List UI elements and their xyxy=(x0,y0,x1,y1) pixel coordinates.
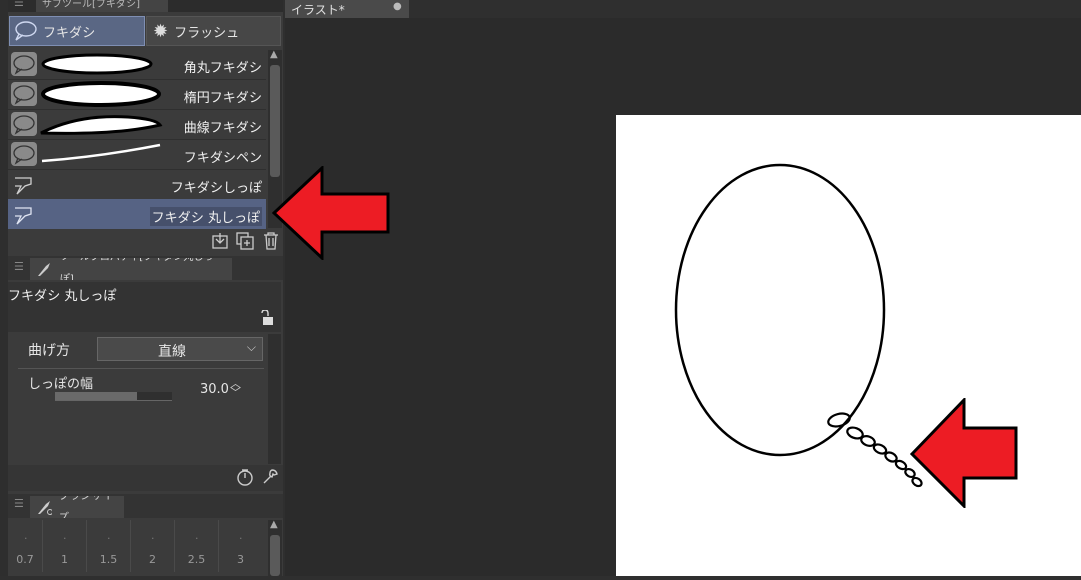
tail-width-value[interactable]: 30.0 xyxy=(200,382,229,397)
tool-list-scroll-thumb[interactable] xyxy=(270,65,280,177)
tail-width-label: しっぽの幅 xyxy=(28,377,94,392)
flash-burst-icon: ✹ xyxy=(153,20,169,42)
brushsize-cell[interactable]: · 1 xyxy=(43,520,87,572)
spinner-updown-icon[interactable]: ︿ ﹀ xyxy=(230,378,241,398)
curve-balloon-icon xyxy=(11,112,37,136)
category-label-flash: フラッシュ xyxy=(174,25,240,41)
panel-menu-icon[interactable]: ☰ xyxy=(14,0,24,9)
panel-menu-icon[interactable]: ☰ xyxy=(14,260,24,273)
property-panel-tab[interactable]: ツールプロパティ[フキダシ丸しっぽ] xyxy=(30,258,232,280)
property-panel-title: ツールプロパティ[フキダシ丸しっぽ] xyxy=(59,258,214,280)
chevron-down-icon: ⌵ xyxy=(246,340,256,354)
tool-label-selected: フキダシ 丸しっぽ xyxy=(149,207,262,226)
wrench-icon[interactable] xyxy=(261,468,279,486)
category-tab-flash[interactable]: ✹ フラッシュ xyxy=(146,16,281,46)
brushsize-row: · 0.7 · 1 · 1.5 · 2 · 2.5 · 3 xyxy=(8,520,266,572)
curve-method-value: 直線 xyxy=(158,344,186,360)
speech-balloon-ellipse xyxy=(674,163,886,457)
tool-label: 楕円フキダシ xyxy=(183,91,262,106)
balloon-round-tail-icon xyxy=(15,207,32,225)
balloon-pen-icon xyxy=(11,142,37,166)
property-scrollbar[interactable] xyxy=(268,334,281,464)
document-tab-label: イラスト* xyxy=(291,3,345,17)
brushsize-panel-tab[interactable]: ブラシサイズ xyxy=(30,496,124,518)
document-tab[interactable]: イラスト* ● xyxy=(285,0,409,18)
subtool-panel-tab[interactable]: サブツール[フキダシ] xyxy=(36,0,168,12)
property-divider xyxy=(18,368,264,369)
brushsize-cell[interactable]: · 0.7 xyxy=(8,520,43,572)
dial-reset-icon[interactable] xyxy=(236,468,254,486)
curve-balloon-stroke-preview xyxy=(40,115,163,135)
annotation-arrow-canvas xyxy=(910,398,1018,508)
category-tab-balloon[interactable]: フキダシ xyxy=(9,16,145,46)
brushsize-cell[interactable]: · 3 xyxy=(219,520,262,572)
close-tab-icon[interactable]: ● xyxy=(393,1,402,12)
curve-method-label: 曲げ方 xyxy=(28,343,70,359)
ellipse-balloon-stroke-preview xyxy=(41,81,161,107)
balloon-tail-icon xyxy=(15,177,32,195)
curve-method-dropdown[interactable]: 直線 ⌵ xyxy=(97,337,263,361)
tool-label: フキダシしっぽ xyxy=(170,181,262,196)
tool-item-balloon-round-tail[interactable]: フキダシ 丸しっぽ xyxy=(8,199,266,229)
panel-gutter xyxy=(0,0,8,576)
tool-label: 角丸フキダシ xyxy=(183,61,262,76)
brushsize-cell[interactable]: · 1.5 xyxy=(87,520,131,572)
tool-item-balloon-pen[interactable]: フキダシペン xyxy=(8,139,266,169)
tool-item-balloon-tail[interactable]: フキダシしっぽ xyxy=(8,169,266,199)
brushsize-scroll-thumb[interactable] xyxy=(270,535,280,576)
brushsize-cell[interactable]: · 2.5 xyxy=(175,520,219,572)
tool-label: 曲線フキダシ xyxy=(183,121,262,136)
balloon-pen-stroke-preview xyxy=(41,143,161,163)
rounded-balloon-stroke-preview xyxy=(41,53,153,75)
category-label-balloon: フキダシ xyxy=(43,25,96,41)
tool-name-label: フキダシ 丸しっぽ xyxy=(8,289,117,304)
scroll-up-icon[interactable]: ▲ xyxy=(270,49,278,60)
tool-label: フキダシペン xyxy=(183,151,262,166)
annotation-arrow-left xyxy=(272,166,390,260)
speech-bubble-icon xyxy=(15,21,37,41)
scroll-up-icon[interactable]: ▲ xyxy=(270,519,278,530)
tail-width-slider[interactable] xyxy=(55,392,172,401)
panel-menu-icon[interactable]: ☰ xyxy=(14,497,24,510)
lock-open-icon[interactable] xyxy=(259,310,275,326)
import-icon[interactable] xyxy=(211,232,229,250)
tool-property-icon xyxy=(38,263,50,276)
balloon-round-tail xyxy=(827,412,923,488)
brushsize-cell[interactable]: · 2 xyxy=(131,520,175,572)
tail-width-slider-fill xyxy=(55,392,137,400)
brush-size-icon xyxy=(38,501,53,515)
duplicate-icon[interactable] xyxy=(236,232,254,250)
tool-item-ellipse-balloon[interactable]: 楕円フキダシ xyxy=(8,79,266,109)
rounded-balloon-icon xyxy=(11,52,37,76)
tool-item-curve-balloon[interactable]: 曲線フキダシ xyxy=(8,109,266,139)
tool-item-rounded-balloon[interactable]: 角丸フキダシ xyxy=(8,49,266,79)
brushsize-panel-title: ブラシサイズ xyxy=(58,496,113,518)
ellipse-balloon-icon xyxy=(11,82,37,106)
subtool-panel-title: サブツール[フキダシ] xyxy=(42,0,141,10)
